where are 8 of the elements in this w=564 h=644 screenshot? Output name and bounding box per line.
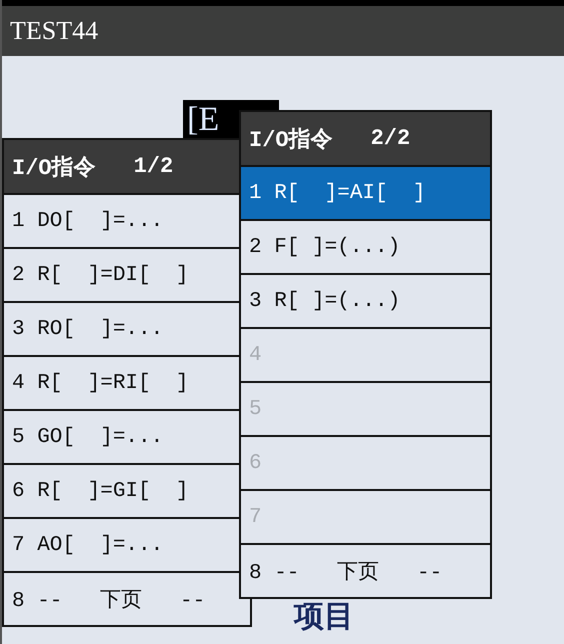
page-indicator: 1/2 [134, 154, 174, 179]
menu-item[interactable]: 2 F[ ]=(...) [241, 221, 490, 275]
window-title: TEST44 [10, 16, 98, 46]
heading-text: 项目 [294, 600, 354, 634]
menu-item[interactable]: 3 R[ ]=(...) [241, 275, 490, 329]
menu-title: I/O指令 [12, 154, 96, 182]
menu-item[interactable]: 1 R[ ]=AI[ ] [241, 167, 490, 221]
page-indicator: 2/2 [370, 126, 410, 151]
